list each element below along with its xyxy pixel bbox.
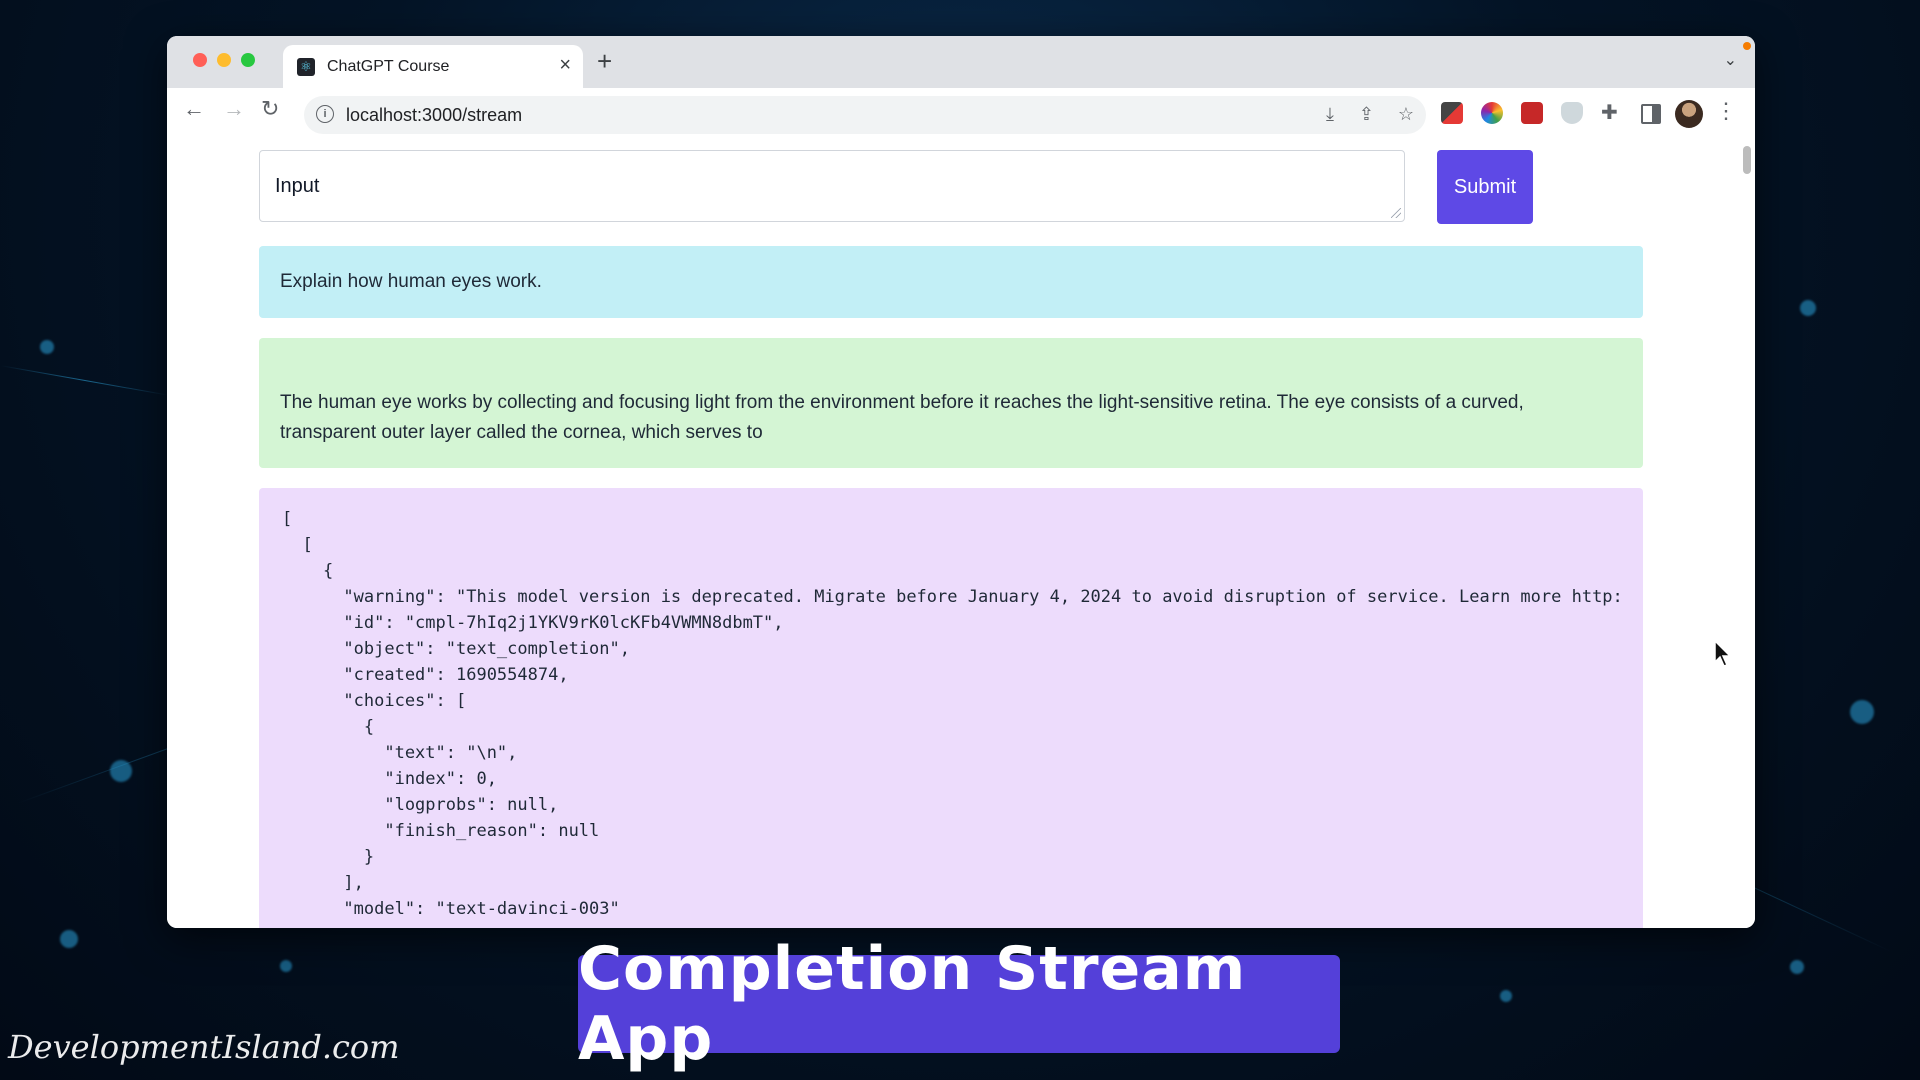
tab-close-icon[interactable]: ×	[559, 54, 571, 77]
url-text[interactable]: localhost:3000/stream	[346, 105, 522, 126]
background-dot	[110, 760, 132, 782]
extension-shield-icon[interactable]	[1561, 102, 1583, 124]
background-dot	[1500, 990, 1512, 1002]
chevron-down-icon[interactable]: ⌄	[1724, 50, 1737, 70]
new-tab-button[interactable]: +	[597, 46, 612, 77]
response-card: The human eye works by collecting and fo…	[259, 338, 1643, 468]
raw-json-card: [ [ { "warning": "This model version is …	[259, 488, 1643, 928]
puzzle-icon[interactable]: ✚	[1601, 100, 1618, 125]
tab-chatgpt-course[interactable]: ⚛ ChatGPT Course ×	[283, 45, 583, 88]
site-info-icon[interactable]: i	[316, 105, 334, 123]
forward-arrow-icon[interactable]: →	[223, 96, 245, 122]
background-dot	[280, 960, 292, 972]
mouse-cursor-icon	[1714, 640, 1732, 667]
raw-json-text: [ [ { "warning": "This model version is …	[282, 509, 1620, 919]
banner-title: Completion Stream App	[578, 934, 1247, 1074]
install-icon[interactable]: ⤓	[1326, 104, 1334, 125]
side-panel-icon[interactable]	[1641, 104, 1661, 124]
extension-pen-icon[interactable]	[1441, 102, 1463, 124]
scrollbar-thumb[interactable]	[1743, 146, 1751, 174]
watermark-logo: DevelopmentIsland.com	[8, 1028, 400, 1066]
background-line	[1, 365, 169, 396]
tab-title: ChatGPT Course	[327, 58, 450, 75]
close-window-button[interactable]	[193, 53, 207, 67]
back-arrow-icon[interactable]: ←	[183, 96, 205, 122]
background-dot	[1800, 300, 1816, 316]
maximize-window-button[interactable]	[241, 53, 255, 67]
title-banner: Completion Stream App	[578, 934, 1340, 1074]
react-icon: ⚛	[297, 58, 315, 76]
prompt-input[interactable]: Input	[259, 150, 1405, 222]
extension-color-icon[interactable]	[1481, 102, 1503, 124]
profile-avatar[interactable]	[1675, 100, 1703, 128]
prompt-input-value[interactable]: Input	[275, 175, 319, 198]
page-content: Input Submit Explain how human eyes work…	[167, 140, 1755, 928]
extension-red-icon[interactable]	[1521, 102, 1543, 124]
browser-window: ⚛ ChatGPT Course × + ⌄ ← → ↻ i localhost…	[167, 36, 1755, 928]
minimize-window-button[interactable]	[217, 53, 231, 67]
background-dot	[40, 340, 54, 354]
background-dot	[1850, 700, 1874, 724]
tab-strip: ⚛ ChatGPT Course × + ⌄	[167, 36, 1755, 88]
more-menu-icon[interactable]: ⋮	[1715, 98, 1737, 124]
submit-button[interactable]: Submit	[1437, 150, 1533, 224]
resize-handle[interactable]	[1391, 208, 1401, 218]
reload-icon[interactable]: ↻	[261, 96, 279, 122]
response-text: The human eye works by collecting and fo…	[280, 392, 1524, 443]
notification-dot	[1743, 42, 1751, 50]
bookmark-star-icon[interactable]: ☆	[1398, 104, 1414, 125]
prompt-card: Explain how human eyes work.	[259, 246, 1643, 318]
background-dot	[60, 930, 78, 948]
background-dot	[1790, 960, 1804, 974]
share-icon[interactable]: ⇪	[1359, 104, 1374, 125]
address-bar[interactable]: i localhost:3000/stream ⤓ ⇪ ☆	[304, 96, 1426, 134]
prompt-text: Explain how human eyes work.	[280, 271, 542, 292]
